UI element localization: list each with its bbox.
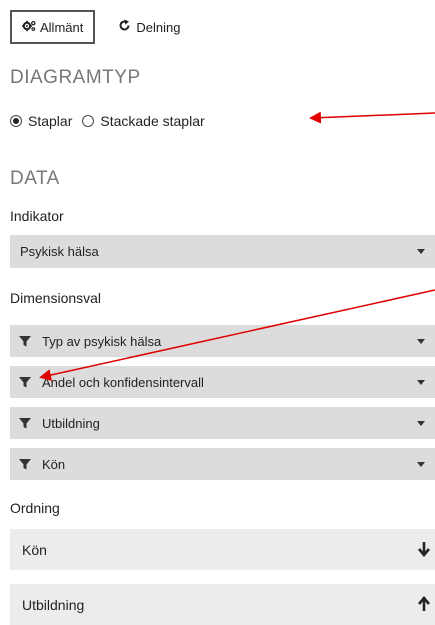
- annotation-arrow: [309, 111, 435, 124]
- dimension-select-education[interactable]: Utbildning: [10, 407, 435, 439]
- data-heading: DATA: [10, 168, 60, 189]
- ordering-item-gender[interactable]: Kön: [10, 529, 435, 570]
- caret-down-icon: [417, 249, 425, 254]
- ordering-label: Ordning: [10, 500, 60, 516]
- filter-icon: [19, 459, 31, 470]
- caret-down-icon: [417, 421, 425, 426]
- dimension-label: Kön: [42, 456, 66, 472]
- gears-icon: [22, 20, 36, 35]
- radio-bars-indicator[interactable]: [10, 115, 22, 127]
- annotation-overlay: [39, 111, 435, 381]
- caret-down-icon: [417, 462, 425, 467]
- ordering-item-label: Kön: [22, 541, 47, 558]
- ordering-item-education[interactable]: Utbildning: [10, 584, 435, 625]
- filter-icon: [19, 336, 31, 347]
- dimension-select-gender[interactable]: Kön: [10, 448, 435, 480]
- dimension-label: Utbildning: [42, 415, 100, 431]
- tab-general-label: Allmänt: [40, 19, 84, 35]
- radio-stacked-bars-indicator[interactable]: [82, 115, 95, 127]
- tab-general[interactable]: Allmänt: [10, 10, 96, 44]
- chart-type-heading: DIAGRAMTYP: [10, 67, 141, 88]
- tab-sharing[interactable]: Delning: [111, 10, 188, 44]
- caret-down-icon: [417, 339, 425, 344]
- dimension-label: Typ av psykisk hälsa: [42, 333, 162, 349]
- indicator-select[interactable]: Psykisk hälsa: [10, 235, 435, 268]
- ordering-item-label: Utbildning: [22, 596, 85, 613]
- arrow-down-icon[interactable]: [417, 541, 431, 557]
- tab-sharing-label: Delning: [136, 19, 181, 35]
- arrow-up-icon[interactable]: [417, 596, 431, 612]
- radio-stacked-bars[interactable]: Stackade staplar: [82, 113, 205, 129]
- radio-bars[interactable]: Staplar: [10, 113, 72, 129]
- indicator-label: Indikator: [10, 208, 64, 224]
- dimensions-label: Dimensionsval: [10, 290, 102, 306]
- caret-down-icon: [417, 380, 425, 385]
- indicator-select-value: Psykisk hälsa: [20, 244, 99, 259]
- radio-bars-label: Staplar: [28, 113, 73, 129]
- radio-stacked-bars-label: Stackade staplar: [100, 113, 205, 129]
- dimension-label: Andel och konfidensintervall: [42, 374, 204, 390]
- filter-icon: [19, 418, 31, 429]
- filter-icon: [19, 377, 31, 388]
- tab-bar: Allmänt Delning: [10, 10, 188, 44]
- dimension-select-share[interactable]: Andel och konfidensintervall: [10, 366, 435, 398]
- share-icon: [119, 19, 132, 35]
- dimension-select-type[interactable]: Typ av psykisk hälsa: [10, 325, 435, 357]
- chart-type-radio-group: Staplar Stackade staplar: [10, 113, 215, 129]
